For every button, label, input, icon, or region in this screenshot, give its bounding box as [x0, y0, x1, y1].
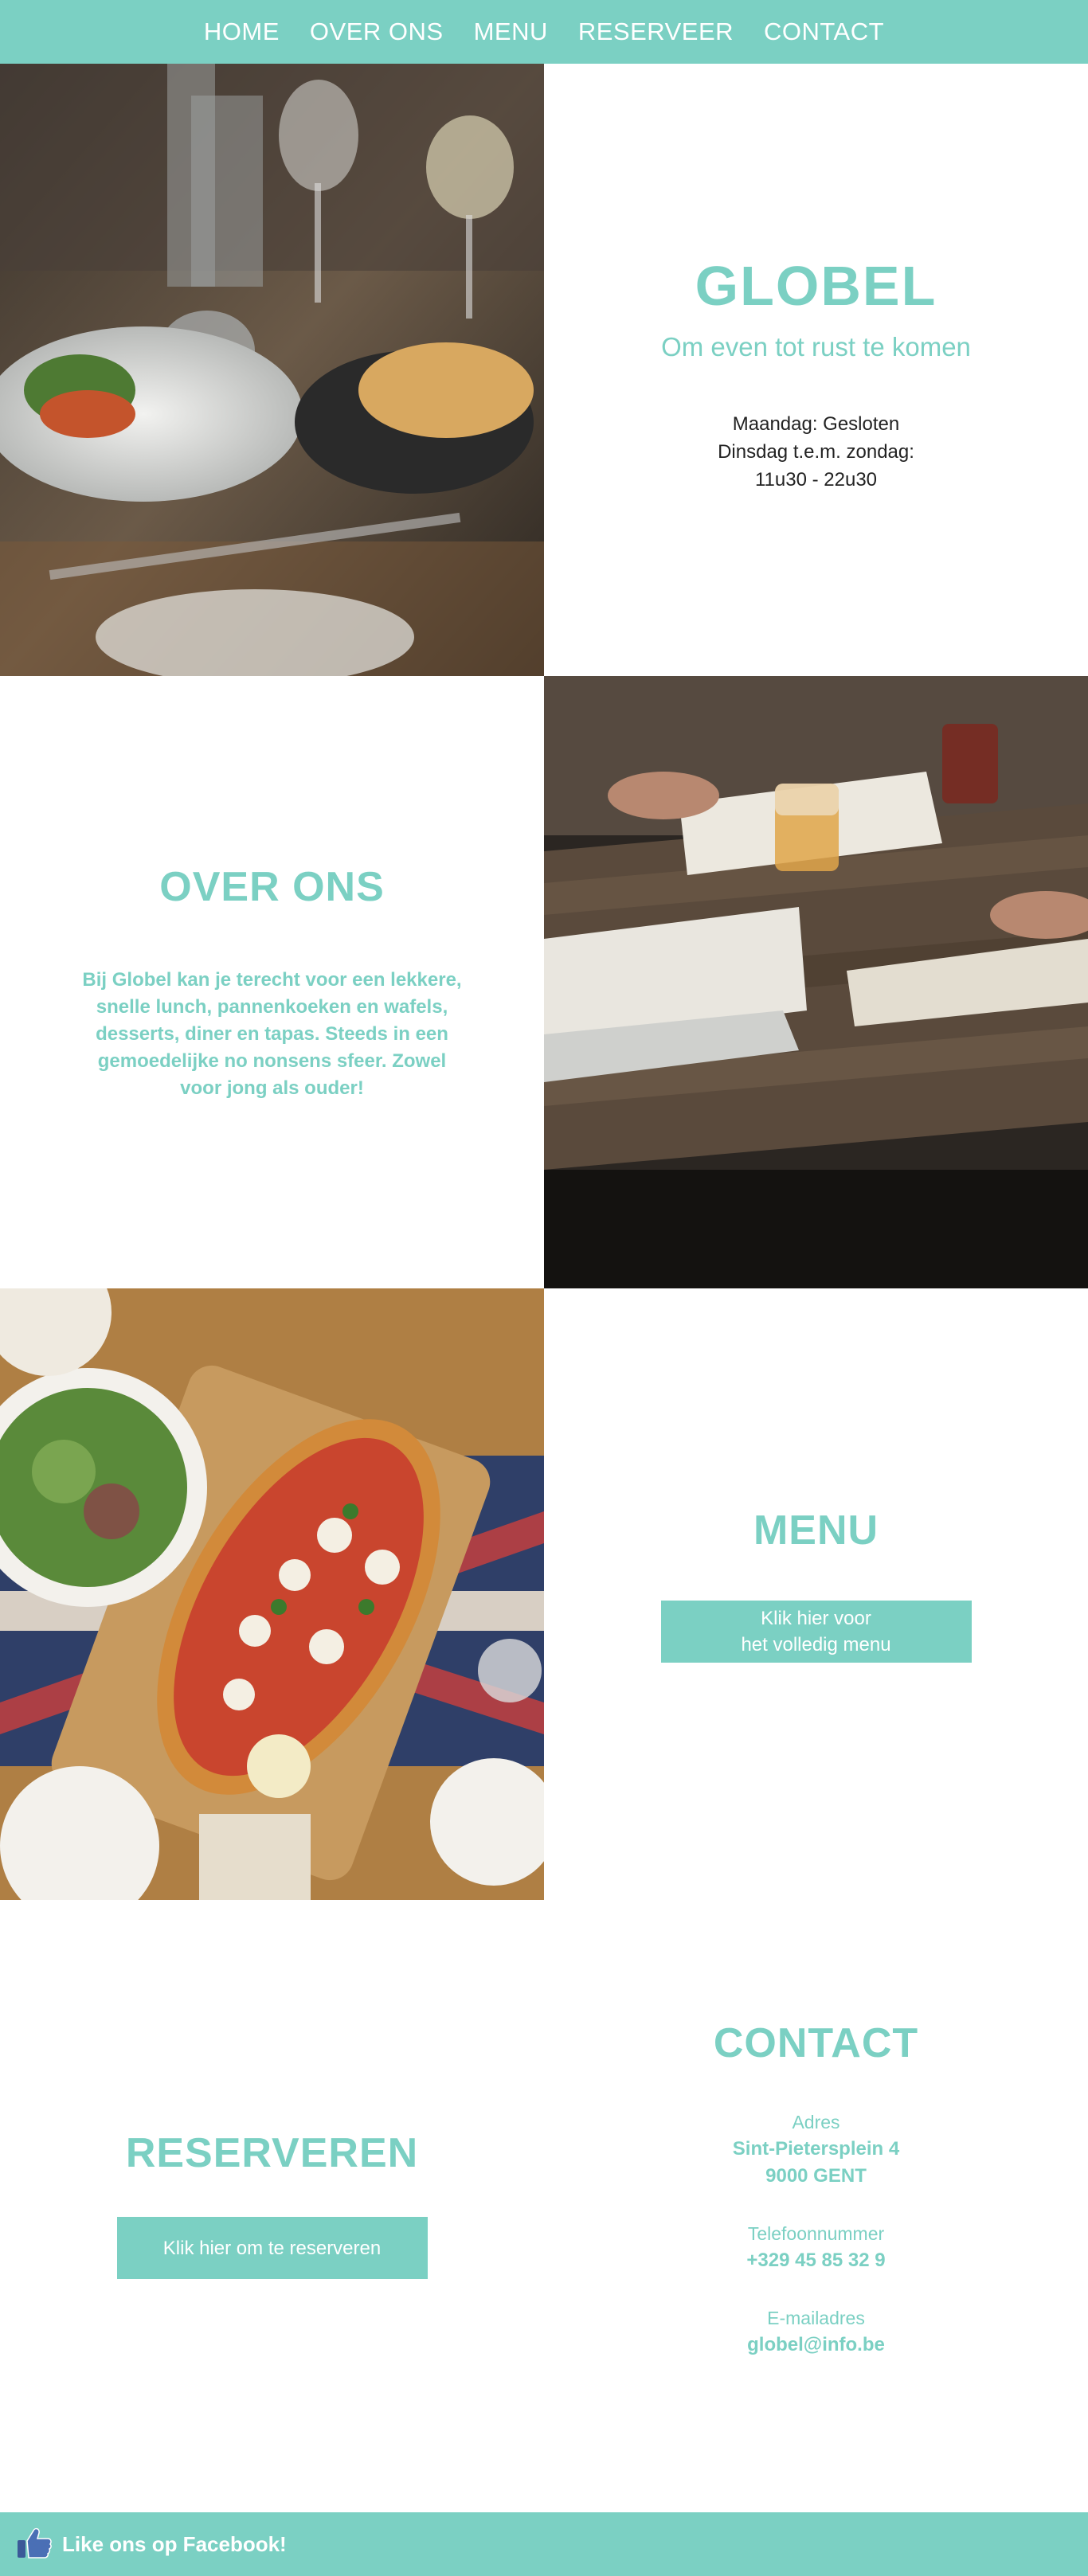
nav-over-ons-link[interactable]: OVER ONS: [310, 18, 444, 46]
reserve-panel: RESERVEREN Klik hier om te reserveren: [0, 1900, 544, 2512]
nav-reserveer-link[interactable]: RESERVEER: [578, 18, 734, 46]
about-title: OVER ONS: [159, 863, 385, 910]
footer-bar: Like ons op Facebook!: [0, 2512, 1088, 2576]
menu-panel: MENU Klik hier voor het volledig menu: [544, 1288, 1088, 1900]
dinner-table-photo: [0, 64, 544, 676]
nav-home-link[interactable]: HOME: [204, 18, 280, 46]
hero-panel: GLOBEL Om even tot rust te komen Maandag…: [544, 64, 1088, 676]
workspace-photo: [544, 676, 1088, 1288]
reserve-button-label: Klik hier om te reserveren: [162, 2237, 382, 2259]
reserve-button[interactable]: Klik hier om te reserveren: [116, 2217, 428, 2279]
about-panel: OVER ONS Bij Globel kan je terecht voor …: [0, 676, 544, 1288]
nav-menu-link[interactable]: MENU: [474, 18, 548, 46]
thumbs-up-icon[interactable]: [16, 2526, 53, 2563]
nav-contact-link[interactable]: CONTACT: [764, 18, 884, 46]
facebook-like-link[interactable]: Like ons op Facebook!: [62, 2532, 287, 2557]
email-label: E-mailadres: [767, 2308, 865, 2328]
about-text: Bij Globel kan je terecht voor een lekke…: [82, 968, 462, 1099]
top-navigation: HOME OVER ONS MENU RESERVEER CONTACT: [0, 0, 1088, 64]
phone-link[interactable]: +329 45 85 32 9: [746, 2247, 885, 2274]
hero-tagline: Om even tot rust te komen: [661, 332, 971, 362]
contact-title: CONTACT: [713, 2020, 919, 2066]
full-menu-button-label: Klik hier voor: [761, 1608, 871, 1629]
phone-label: Telefoonnummer: [747, 2223, 885, 2244]
hours-line: Dinsdag t.e.m. zondag:: [718, 441, 914, 463]
brand-title: GLOBEL: [695, 255, 937, 317]
address-street: Sint-Pietersplein 4: [732, 2138, 900, 2160]
full-menu-button[interactable]: Klik hier voor het volledig menu: [660, 1601, 972, 1663]
address-city: 9000 GENT: [765, 2165, 867, 2187]
reserve-title: RESERVEREN: [125, 2130, 419, 2176]
hours-line: 11u30 - 22u30: [754, 469, 878, 491]
opening-hours: Maandag: Gesloten Dinsdag t.e.m. zondag:…: [718, 410, 914, 494]
contact-panel: CONTACT Adres Sint-Pietersplein 4 9000 G…: [544, 1900, 1088, 2512]
menu-title: MENU: [753, 1507, 879, 1554]
address-label: Adres: [792, 2112, 840, 2132]
hours-line: Maandag: Gesloten: [732, 413, 900, 435]
email-link[interactable]: globel@info.be: [747, 2332, 885, 2359]
pizza-photo: [0, 1288, 544, 1900]
full-menu-button-label: het volledig menu: [741, 1634, 891, 1655]
